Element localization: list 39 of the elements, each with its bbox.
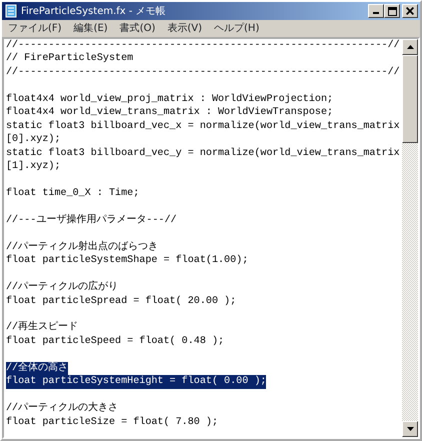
code-line: // FireParticleSystem — [6, 52, 134, 66]
code-line: float particleSpeed = float( 0.48 ); — [6, 334, 224, 348]
window-title: FireParticleSystem.fx - メモ帳 — [21, 4, 167, 18]
code-line: //-------------------------------------------------------------// — [6, 39, 400, 52]
code-line: float particleSystemShape = float(1.00); — [6, 254, 248, 268]
minimize-button[interactable] — [368, 4, 384, 18]
code-line: //---ユーザ操作用パラメータ---// — [6, 214, 177, 228]
text-area[interactable] — [2, 37, 420, 439]
menu-item[interactable]: ヘルプ(H) — [214, 20, 260, 36]
code-line: //再生スピード — [6, 321, 78, 335]
down-arrow-icon — [406, 427, 414, 431]
scroll-up-button[interactable] — [402, 39, 418, 55]
close-button[interactable] — [402, 4, 418, 18]
minimize-icon — [373, 12, 379, 14]
up-arrow-icon — [406, 45, 414, 49]
code-line: //パーティクルの大きさ — [6, 402, 118, 416]
close-icon — [406, 7, 414, 15]
code-line: static float3 billboard_vec_y = normalize(world_view_trans_matrix — [6, 146, 400, 160]
code-line: float particleSize = float( 7.80 ); — [6, 416, 218, 430]
maximize-button[interactable] — [384, 4, 400, 18]
code-line: float4x4 world_view_trans_matrix : WorldViewTranspose; — [6, 106, 334, 120]
maximize-icon — [388, 6, 396, 16]
code-line: //-------------------------------------------------------------// — [6, 66, 400, 80]
scrollbar[interactable] — [402, 39, 418, 437]
menu-item[interactable]: 書式(O) — [120, 20, 156, 36]
notepad-icon — [4, 4, 18, 18]
code-line: float time_0_X : Time; — [6, 186, 140, 200]
scroll-down-button[interactable] — [402, 421, 418, 437]
scroll-thumb[interactable] — [402, 55, 418, 143]
menu-item[interactable]: 編集(E) — [74, 20, 108, 36]
code-line: float4x4 world_view_proj_matrix : WorldViewProjection; — [6, 92, 334, 106]
code-line: static float3 billboard_vec_x = normalize(world_view_trans_matrix — [6, 120, 400, 134]
code-line: //パーティクル射出点のばらつき — [6, 240, 158, 254]
menu-item[interactable]: 表示(V) — [167, 20, 202, 36]
code-line: //パーティクルの広がり — [6, 281, 118, 295]
code-line: [0].xyz); — [6, 133, 61, 147]
menu-item[interactable]: ファイル(F) — [8, 20, 62, 36]
code-line: [1].xyz); — [6, 160, 61, 174]
code-line: float particleSpread = float( 20.00 ); — [6, 294, 236, 308]
